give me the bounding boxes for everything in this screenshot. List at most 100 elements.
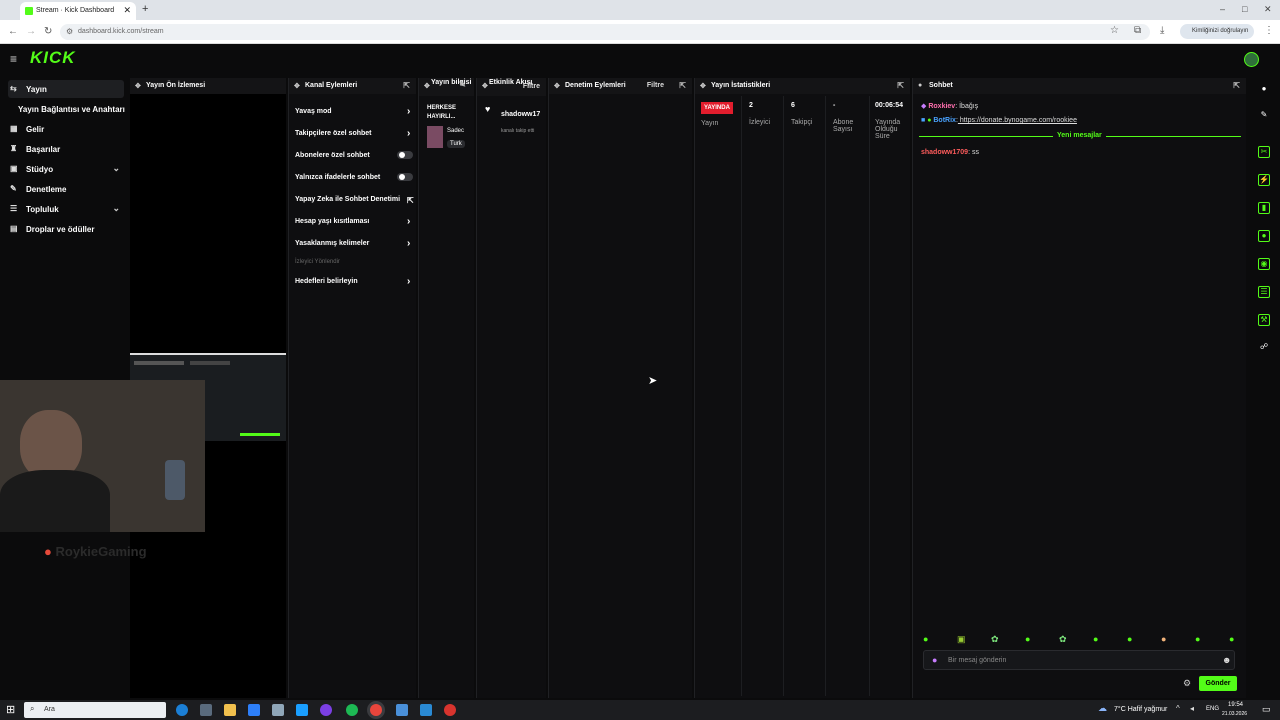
emote-icon[interactable]: ●	[1229, 634, 1234, 644]
maximize-button[interactable]: □	[1242, 4, 1247, 14]
notifications-icon[interactable]: ▭	[1262, 704, 1271, 715]
info-icon[interactable]: ●	[1258, 84, 1270, 96]
chevron-down-icon[interactable]: ⌄	[112, 203, 120, 214]
extensions-icon[interactable]: ⧉	[1134, 25, 1141, 36]
activity-user[interactable]: shadoww17	[501, 111, 540, 118]
action-ai-moderation[interactable]: Yapay Zeka ile Sohbet Denetimi ⇱	[295, 196, 415, 205]
wrench-icon[interactable]: ⚒	[1258, 314, 1270, 326]
popout-icon[interactable]: ⇱	[897, 81, 904, 90]
url-field[interactable]: ⚙ dashboard.kick.com/stream	[60, 24, 1150, 40]
filter-button[interactable]: Filtre	[647, 82, 664, 89]
avatar[interactable]	[1244, 52, 1259, 67]
list-icon[interactable]: ☰	[1258, 286, 1270, 298]
settings-gear-icon[interactable]: ⚙	[1183, 678, 1191, 689]
popout-icon[interactable]: ⇱	[403, 81, 410, 90]
obs-icon[interactable]	[444, 704, 456, 716]
weather-text[interactable]: 7°C Hafif yağmur	[1114, 706, 1167, 713]
sidebar-item-stream-key[interactable]: Yayın Bağlantısı ve Anahtarı	[0, 100, 128, 118]
close-tab-icon[interactable]: ✕	[123, 5, 131, 16]
sidebar-item-denetleme[interactable]: ✎ Denetleme	[8, 180, 124, 198]
kick-logo[interactable]: KICK	[30, 48, 76, 68]
profile-button[interactable]: Kimliğinizi doğrulayın	[1180, 24, 1254, 39]
download-icon[interactable]: ⤓	[1160, 25, 1164, 36]
emote-icon[interactable]: ●	[1093, 634, 1098, 644]
sidebar-item-studyo[interactable]: ▣ Stüdyo ⌄	[8, 160, 124, 178]
chat-username[interactable]: shadoww1709	[921, 149, 968, 156]
action-set-goals[interactable]: Hedefleri belirleyin ›	[295, 276, 415, 287]
subscribers-only-toggle[interactable]	[397, 151, 413, 159]
chrome-icon[interactable]	[370, 704, 382, 716]
action-banned-words[interactable]: Yasaklanmış kelimeler ›	[295, 238, 415, 249]
emote-icon[interactable]: ●	[1195, 634, 1200, 644]
app-icon[interactable]	[420, 704, 432, 716]
new-tab-button[interactable]: +	[142, 3, 148, 15]
broadcast-icon[interactable]: ◉	[1258, 258, 1270, 270]
mic-icon[interactable]: ●	[932, 655, 937, 665]
action-slow-mode[interactable]: Yavaş mod ›	[295, 106, 415, 117]
emote-icon[interactable]: ✿	[1059, 634, 1067, 645]
chevron-down-icon[interactable]: ⌄	[112, 163, 120, 174]
drag-handle-icon[interactable]: ✥	[135, 82, 141, 90]
spotify-icon[interactable]	[346, 704, 358, 716]
people-icon[interactable]: ☍	[1258, 342, 1270, 354]
card-icon[interactable]: ▮	[1258, 202, 1270, 214]
chat-username[interactable]: BotRix	[933, 117, 956, 124]
app-icon[interactable]	[396, 704, 408, 716]
popout-icon[interactable]: ⇱	[1233, 81, 1240, 90]
emote-icon[interactable]: ▣	[957, 634, 966, 645]
emotes-only-toggle[interactable]	[397, 173, 413, 181]
volume-icon[interactable]: ◂	[1190, 704, 1194, 713]
action-account-age[interactable]: Hesap yaşı kısıtlaması ›	[295, 216, 415, 227]
discord-icon[interactable]	[320, 704, 332, 716]
browser-tab[interactable]: Stream · Kick Dashboard ✕	[20, 2, 136, 20]
close-window-button[interactable]: ✕	[1264, 4, 1272, 15]
emote-icon[interactable]: ●	[1161, 634, 1166, 644]
chat-input[interactable]: ● Bir mesaj gönderin ☻	[923, 650, 1235, 670]
browser-menu-icon[interactable]: ⋮	[1264, 25, 1274, 36]
drag-handle-icon[interactable]: ✥	[424, 83, 430, 90]
emote-icon[interactable]: ●	[923, 634, 928, 644]
language-indicator[interactable]: ENG	[1206, 706, 1219, 712]
forward-icon[interactable]: →	[26, 26, 36, 37]
start-icon[interactable]: ⊞	[6, 703, 15, 716]
emote-icon[interactable]: ●	[1025, 634, 1030, 644]
emote-icon[interactable]: ●	[1127, 634, 1132, 644]
edit-icon[interactable]: ✎	[459, 81, 466, 89]
store-icon[interactable]	[248, 704, 260, 716]
minimize-button[interactable]: –	[1220, 4, 1225, 14]
drag-handle-icon[interactable]: ✥	[482, 83, 488, 90]
lightning-icon[interactable]: ⚡	[1258, 174, 1270, 186]
tray-chevron-icon[interactable]: ^	[1176, 704, 1180, 713]
app-icon[interactable]	[272, 704, 284, 716]
chat-icon[interactable]: ●	[1258, 230, 1270, 242]
chat-username[interactable]: Roxkiev	[928, 103, 955, 110]
edge-icon[interactable]	[176, 704, 188, 716]
clip-icon[interactable]: ✂	[1258, 146, 1270, 158]
site-info-icon[interactable]: ⚙	[66, 27, 73, 36]
file-explorer-icon[interactable]	[224, 704, 236, 716]
back-icon[interactable]: ←	[8, 26, 18, 37]
taskbar-search[interactable]: ⌕ Ara	[24, 702, 166, 718]
emoji-icon[interactable]: ☻	[1222, 655, 1231, 665]
sidebar-item-yayin[interactable]: ⇆ Yayın	[8, 80, 124, 98]
drag-handle-icon[interactable]: ✥	[554, 82, 560, 90]
action-followers-only[interactable]: Takipçilere özel sohbet ›	[295, 128, 415, 139]
emote-icon[interactable]: ✿	[991, 634, 999, 645]
send-button[interactable]: Gönder	[1199, 676, 1237, 691]
sidebar-item-topluluk[interactable]: ☰ Topluluk ⌄	[8, 200, 124, 218]
bookmark-star-icon[interactable]: ☆	[1110, 25, 1119, 36]
sidebar-item-droplar[interactable]: ▤ Droplar ve ödüller	[8, 220, 124, 238]
calculator-icon[interactable]	[200, 704, 212, 716]
edit-icon[interactable]: ✎	[1258, 110, 1270, 122]
donate-link[interactable]: https://donate.bynogame.com/rookiee	[958, 117, 1077, 124]
filter-button[interactable]: Filtre	[523, 83, 540, 90]
menu-icon[interactable]: ≡	[10, 52, 17, 66]
clock-time[interactable]: 19:54	[1228, 702, 1243, 708]
drag-handle-icon[interactable]: ✥	[700, 82, 706, 90]
sidebar-item-gelir[interactable]: ▦ Gelir	[8, 120, 124, 138]
popout-icon[interactable]: ⇱	[679, 81, 686, 90]
drag-handle-icon[interactable]: ✥	[294, 82, 300, 90]
reload-icon[interactable]: ↻	[44, 26, 52, 37]
clock-date[interactable]: 21.03.2026	[1222, 711, 1247, 717]
steam-icon[interactable]	[296, 704, 308, 716]
